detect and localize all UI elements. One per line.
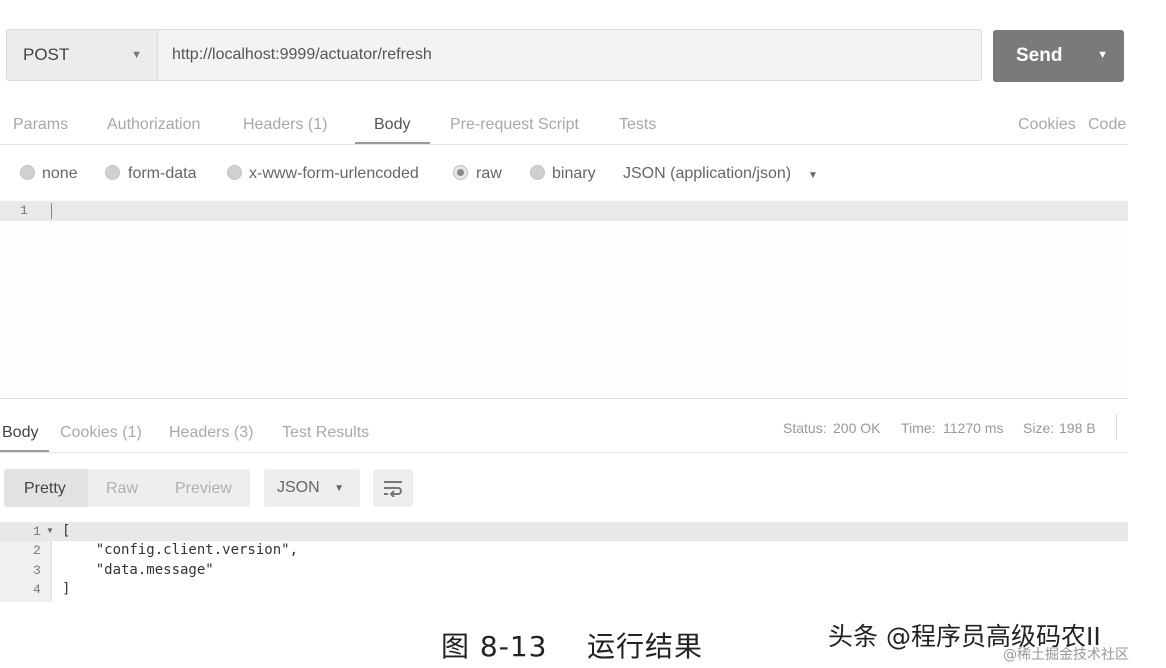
tab-tests[interactable]: Tests bbox=[619, 116, 656, 134]
request-body-editor[interactable] bbox=[0, 221, 1128, 397]
code-line: "config.client.version", bbox=[62, 542, 299, 558]
radio-binary-label: binary bbox=[552, 165, 596, 182]
radio-urlencoded[interactable] bbox=[227, 165, 242, 180]
method-select[interactable]: POST ▼ bbox=[6, 29, 158, 81]
url-input[interactable]: http://localhost:9999/actuator/refresh bbox=[157, 29, 982, 81]
code-active-line bbox=[0, 522, 1128, 541]
text-cursor bbox=[51, 203, 52, 219]
figure-caption: 图 8-13 运行结果 bbox=[441, 630, 704, 663]
divider bbox=[0, 398, 1128, 399]
code-line: ] bbox=[62, 581, 71, 597]
line-number: 2 bbox=[33, 543, 41, 558]
send-button[interactable]: Send ▼ bbox=[993, 30, 1124, 82]
tab-headers[interactable]: Headers (1) bbox=[243, 116, 327, 134]
radio-none[interactable] bbox=[20, 165, 35, 180]
response-format-select[interactable]: JSON ▼ bbox=[264, 469, 360, 507]
preview-button[interactable]: Preview bbox=[175, 480, 232, 498]
status-label: Status: bbox=[783, 420, 827, 436]
divider bbox=[0, 452, 1128, 453]
radio-form-data-label: form-data bbox=[128, 165, 197, 182]
divider bbox=[51, 541, 52, 602]
response-tab-body[interactable]: Body bbox=[2, 424, 38, 442]
editor-active-line bbox=[0, 201, 1128, 221]
status-value: 200 OK bbox=[833, 420, 881, 436]
tab-authorization[interactable]: Authorization bbox=[107, 116, 200, 134]
wrap-lines-button[interactable] bbox=[373, 469, 413, 507]
chevron-down-icon: ▼ bbox=[334, 483, 344, 494]
response-tab-test-results[interactable]: Test Results bbox=[282, 424, 369, 442]
radio-raw-label: raw bbox=[476, 165, 502, 182]
response-tab-headers[interactable]: Headers (3) bbox=[169, 424, 253, 442]
send-label: Send bbox=[1016, 45, 1063, 66]
radio-urlencoded-label: x-www-form-urlencoded bbox=[249, 165, 419, 182]
radio-raw[interactable] bbox=[453, 165, 468, 180]
chevron-down-icon[interactable]: ▼ bbox=[1097, 49, 1108, 61]
time-label: Time: bbox=[901, 420, 936, 436]
line-number: 1 bbox=[33, 524, 41, 539]
radio-binary[interactable] bbox=[530, 165, 545, 180]
radio-none-label: none bbox=[42, 165, 78, 182]
divider bbox=[1116, 414, 1117, 440]
line-number: 1 bbox=[20, 203, 28, 218]
chevron-down-icon[interactable]: ▼ bbox=[808, 170, 818, 181]
line-number: 3 bbox=[33, 563, 41, 578]
time-value: 11270 ms bbox=[943, 420, 1004, 436]
code-line: [ bbox=[62, 523, 71, 539]
tab-body[interactable]: Body bbox=[374, 116, 410, 134]
method-label: POST bbox=[23, 45, 70, 64]
fold-arrow-icon[interactable]: ▼ bbox=[46, 526, 54, 535]
pretty-button[interactable]: Pretty bbox=[24, 480, 66, 498]
response-tab-cookies[interactable]: Cookies (1) bbox=[60, 424, 142, 442]
tab-pre-request-script[interactable]: Pre-request Script bbox=[450, 116, 579, 134]
raw-button[interactable]: Raw bbox=[106, 480, 138, 498]
wrap-lines-icon bbox=[384, 481, 402, 497]
size-label: Size: bbox=[1023, 420, 1055, 436]
divider bbox=[0, 144, 1128, 145]
watermark-sub: @稀土掘金技术社区 bbox=[1003, 647, 1129, 663]
tab-params[interactable]: Params bbox=[13, 116, 68, 134]
response-format-label: JSON bbox=[277, 479, 320, 496]
code-line: "data.message" bbox=[62, 562, 214, 578]
radio-form-data[interactable] bbox=[105, 165, 120, 180]
code-link[interactable]: Code bbox=[1088, 116, 1126, 134]
chevron-down-icon: ▼ bbox=[131, 49, 142, 61]
url-text: http://localhost:9999/actuator/refresh bbox=[172, 46, 432, 63]
body-format-select[interactable]: JSON (application/json) bbox=[623, 165, 791, 183]
size-value: 198 B bbox=[1059, 420, 1096, 436]
line-number: 4 bbox=[33, 582, 41, 597]
cookies-link[interactable]: Cookies bbox=[1018, 116, 1076, 134]
